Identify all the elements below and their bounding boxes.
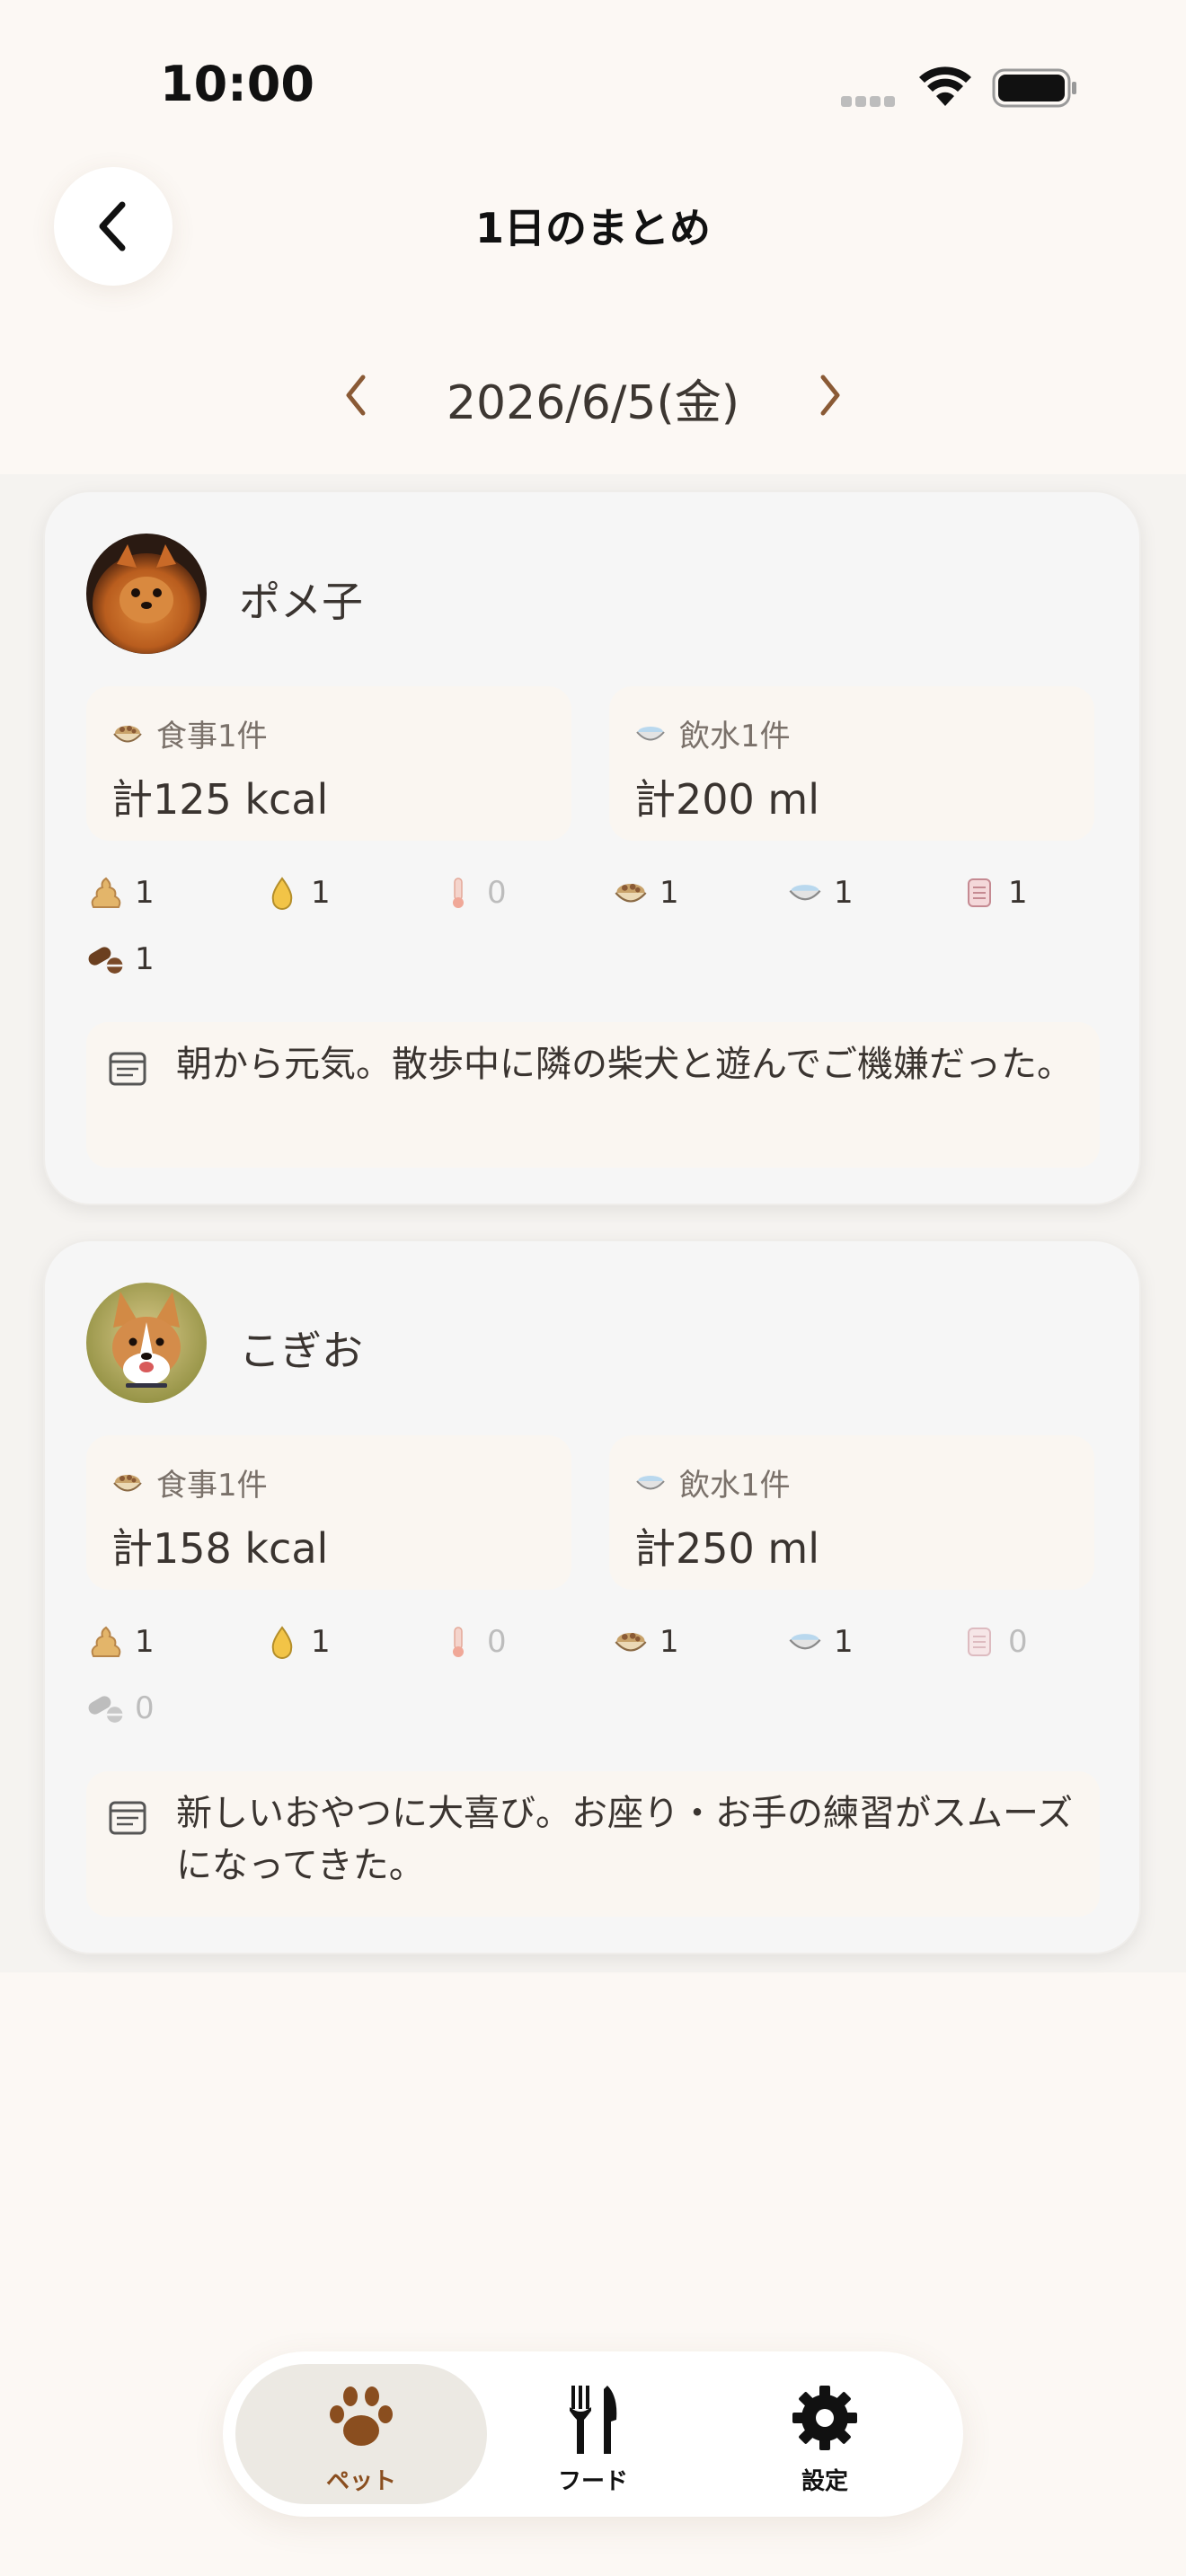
status-time: 10:00: [160, 56, 314, 112]
page-title: 1日のまとめ: [474, 204, 711, 252]
chevron-left-icon: [346, 375, 366, 416]
pet-name: ポメ子: [239, 578, 363, 626]
water-bowl-icon: [634, 1469, 667, 1496]
tab-settings-label: 設定: [801, 2468, 848, 2495]
food-count: 1: [611, 873, 679, 913]
paw-icon: [330, 2386, 393, 2446]
pet-section: ポメ子 食事1件 計125 kcal 飲水1件 計200 ml 1 1 0 1 …: [0, 474, 1186, 1223]
next-day-button[interactable]: [803, 368, 857, 422]
water-summary: 飲水1件 計250 ml: [609, 1435, 1094, 1590]
tab-food-label: フード: [557, 2468, 628, 2495]
meal-count-label: 食事1件: [156, 719, 268, 754]
poop-count: 1: [86, 1622, 155, 1662]
pee-drop-icon: [262, 873, 302, 913]
fork-knife-icon: [570, 2386, 617, 2454]
meal-summary: 食事1件 計125 kcal: [86, 686, 571, 841]
food-bowl-icon: [611, 873, 651, 913]
note-box: 朝から元気。散歩中に隣の柴犬と遊んでご機嫌だった。: [86, 1022, 1100, 1168]
note-text: 朝から元気。散歩中に隣の柴犬と遊んでご機嫌だった。: [176, 1044, 1073, 1085]
meal-summary: 食事1件 計158 kcal: [86, 1435, 571, 1590]
water-ml-value: 計250 ml: [634, 1524, 820, 1573]
status-bar: 10:00: [0, 0, 1186, 153]
pill-icon: [86, 940, 126, 979]
temperature-count: 0: [438, 873, 507, 913]
water-count-label: 飲水1件: [679, 1468, 791, 1504]
date-navigator: 2026/6/5(金): [0, 356, 1186, 437]
memo-icon: [960, 873, 999, 913]
pet-photo-pomeranian: [86, 534, 207, 654]
thermometer-icon: [438, 873, 478, 913]
note-text: 新しいおやつに大喜び。お座り・お手の練習がスムーズになってきた。: [176, 1793, 1073, 1886]
tab-pets[interactable]: ペット: [235, 2364, 487, 2504]
water-count: 1: [785, 873, 854, 913]
pet-photo-corgi: [86, 1283, 207, 1403]
note-icon: [108, 1800, 147, 1839]
poop-icon: [86, 1622, 126, 1662]
pet-name: こぎお: [239, 1327, 363, 1375]
pet-card[interactable]: ポメ子 食事1件 計125 kcal 飲水1件 計200 ml 1 1 0 1 …: [43, 490, 1141, 1205]
poop-icon: [86, 873, 126, 913]
water-bowl-icon: [785, 1622, 825, 1662]
water-bowl-icon: [634, 720, 667, 747]
bottom-tab-bar: ペット フード 設定: [223, 2351, 963, 2517]
memo-count: 0: [960, 1622, 1028, 1662]
wifi-icon: [919, 66, 971, 106]
water-summary: 飲水1件 計200 ml: [609, 686, 1094, 841]
avatar: [86, 1283, 207, 1403]
previous-day-button[interactable]: [329, 368, 383, 422]
battery-icon: [992, 68, 1076, 108]
avatar: [86, 534, 207, 654]
tab-settings[interactable]: 設定: [699, 2364, 951, 2504]
note-icon: [108, 1051, 147, 1090]
pill-icon: [86, 1689, 126, 1728]
poop-count: 1: [86, 873, 155, 913]
water-count-label: 飲水1件: [679, 719, 791, 754]
gear-icon: [792, 2386, 857, 2450]
thermometer-icon: [438, 1622, 478, 1662]
water-ml-value: 計200 ml: [634, 775, 820, 824]
pee-count: 1: [262, 1622, 331, 1662]
memo-icon: [960, 1622, 999, 1662]
memo-count: 1: [960, 873, 1028, 913]
food-bowl-icon: [111, 720, 144, 747]
chevron-right-icon: [820, 375, 840, 416]
meal-kcal-value: 計125 kcal: [111, 775, 329, 824]
food-bowl-icon: [611, 1622, 651, 1662]
note-box: 新しいおやつに大喜び。お座り・お手の練習がスムーズになってきた。: [86, 1771, 1100, 1917]
pet-summary-list: ポメ子 食事1件 計125 kcal 飲水1件 計200 ml 1 1 0 1 …: [0, 474, 1186, 1972]
date-label: 2026/6/5(金): [446, 376, 740, 430]
food-count: 1: [611, 1622, 679, 1662]
water-count: 1: [785, 1622, 854, 1662]
water-bowl-icon: [785, 873, 825, 913]
tab-food[interactable]: フード: [467, 2364, 719, 2504]
pet-card[interactable]: こぎお 食事1件 計158 kcal 飲水1件 計250 ml 1 1 0 1 …: [43, 1239, 1141, 1954]
medicine-count: 0: [86, 1689, 155, 1728]
pee-drop-icon: [262, 1622, 302, 1662]
medicine-count: 1: [86, 940, 155, 979]
meal-kcal-value: 計158 kcal: [111, 1524, 329, 1573]
cellular-signal-icon: [841, 93, 898, 110]
pee-count: 1: [262, 873, 331, 913]
pet-section: こぎお 食事1件 計158 kcal 飲水1件 計250 ml 1 1 0 1 …: [0, 1223, 1186, 1972]
tab-pets-label: ペット: [325, 2468, 396, 2495]
temperature-count: 0: [438, 1622, 507, 1662]
meal-count-label: 食事1件: [156, 1468, 268, 1504]
food-bowl-icon: [111, 1469, 144, 1496]
